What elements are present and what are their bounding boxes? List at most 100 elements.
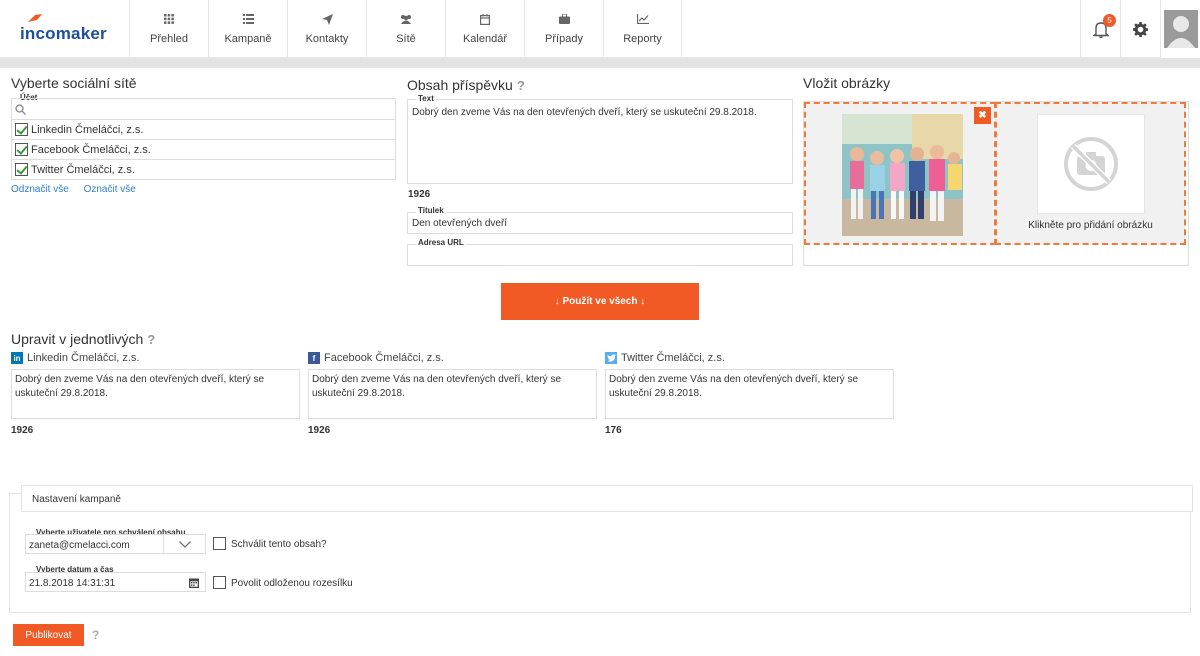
nav-item-site[interactable]: Sítě (366, 0, 445, 58)
gear-icon (1133, 21, 1148, 37)
post-text-area[interactable]: Dobrý den zveme Vás na den otevřených dv… (407, 99, 793, 184)
calendar-icon (479, 13, 491, 25)
search-icon (15, 104, 26, 115)
approve-checkbox[interactable] (213, 537, 226, 550)
help-icon[interactable]: ? (517, 78, 525, 93)
network-name: Twitter Čmeláčci, z.s. (621, 352, 725, 364)
nav-item-prehled[interactable]: Přehled (129, 0, 208, 58)
settings-button[interactable] (1120, 0, 1160, 58)
avatar (1163, 10, 1198, 48)
network-header: in Linkedin Čmeláčci, z.s. (11, 351, 300, 365)
account-row-facebook[interactable]: Facebook Čmeláčci, z.s. (11, 140, 396, 160)
calendar-icon[interactable] (189, 577, 199, 588)
no-camera-icon (1064, 137, 1118, 191)
logo-mark-icon (28, 14, 42, 22)
text-label: Text (416, 94, 436, 103)
unselect-all-link[interactable]: Odznačit vše (11, 184, 69, 195)
checked-checkbox[interactable] (15, 143, 28, 156)
network-name: Facebook Čmeláčci, z.s. (324, 352, 444, 364)
line-chart-icon (636, 13, 649, 25)
help-icon[interactable]: ? (92, 628, 99, 642)
nav-item-kalendar[interactable]: Kalendář (445, 0, 524, 58)
users-icon (400, 13, 412, 25)
nav-item-reporty[interactable]: Reporty (603, 0, 682, 58)
uploaded-photo[interactable] (842, 114, 963, 236)
date-value: 21.8.2018 14:31:31 (29, 578, 116, 589)
main-nav: Přehled Kampaně Kontakty Sítě Kalendář P… (129, 0, 682, 58)
account-search-input[interactable] (11, 98, 396, 120)
twitter-icon (605, 352, 617, 364)
nav-label: Kampaně (224, 33, 272, 45)
network-text-area[interactable]: Dobrý den zveme Vás na den otevřených dv… (308, 369, 597, 419)
network-text-area[interactable]: Dobrý den zveme Vás na den otevřených dv… (605, 369, 894, 419)
title-input[interactable]: Den otevřených dveří (407, 212, 793, 234)
social-account-list: Linkedin Čmeláčci, z.s. Facebook Čmeláčc… (11, 98, 396, 180)
uploaded-image-slot: ✖ (804, 102, 996, 245)
nav-item-kampane[interactable]: Kampaně (208, 0, 287, 58)
text-char-count: 1926 (408, 189, 431, 200)
linkedin-icon: in (11, 352, 23, 364)
facebook-icon: f (308, 352, 320, 364)
network-name: Linkedin Čmeláčci, z.s. (27, 352, 140, 364)
grid-icon (163, 13, 175, 25)
network-header: f Facebook Čmeláčci, z.s. (308, 351, 597, 365)
selection-links: Odznačit vše Označit vše (11, 184, 148, 195)
list-icon (242, 13, 254, 25)
date-time-input[interactable]: 21.8.2018 14:31:31 (25, 572, 206, 592)
account-name: Twitter Čmeláčci, z.s. (31, 163, 135, 176)
title-label: Titulek (416, 206, 446, 215)
url-label: Adresa URL (416, 238, 466, 247)
individual-title-text: Upravit v jednotlivých (11, 331, 144, 347)
approver-select[interactable]: zaneta@cmelacci.com (25, 534, 206, 554)
images-section-title: Vložit obrázky (803, 75, 891, 91)
top-navigation-bar: incomaker Přehled Kampaně Kontakty Sítě (0, 0, 1200, 58)
nav-item-kontakty[interactable]: Kontakty (287, 0, 366, 58)
children-photo-image (842, 114, 963, 236)
checked-checkbox[interactable] (15, 163, 28, 176)
network-char-count: 1926 (11, 425, 34, 436)
account-row-twitter[interactable]: Twitter Čmeláčci, z.s. (11, 160, 396, 180)
user-silhouette-icon (1166, 16, 1195, 48)
title-value: Den otevřených dveří (412, 218, 508, 229)
individual-section-title: Upravit v jednotlivých? (11, 331, 155, 347)
checked-checkbox[interactable] (15, 123, 28, 136)
add-image-text: Klikněte pro přidání obrázku (1028, 220, 1153, 231)
add-image-slot[interactable]: Klikněte pro přidání obrázku (995, 102, 1186, 245)
network-text-area[interactable]: Dobrý den zveme Vás na den otevřených dv… (11, 369, 300, 419)
account-name: Linkedin Čmeláčci, z.s. (31, 123, 144, 136)
network-editor-twitter: Twitter Čmeláčci, z.s. Dobrý den zveme V… (605, 351, 894, 436)
social-section-title: Vyberte sociální sítě (11, 75, 137, 91)
notifications-button[interactable]: 5 (1080, 0, 1120, 58)
nav-label: Kalendář (462, 33, 508, 45)
publish-button[interactable]: Publikovat (13, 624, 84, 646)
apply-to-all-button[interactable]: ↓ Použít ve všech ↓ (501, 283, 699, 320)
header-divider (0, 58, 1200, 68)
help-icon[interactable]: ? (147, 332, 155, 347)
network-header: Twitter Čmeláčci, z.s. (605, 351, 894, 365)
incomaker-logo[interactable]: incomaker (20, 14, 130, 44)
network-char-count: 176 (605, 425, 622, 436)
settings-header[interactable]: Nastavení kampaně (21, 485, 1193, 512)
add-image-placeholder[interactable] (1037, 114, 1145, 214)
approve-checkbox-label: Schválit tento obsah? (231, 539, 327, 550)
account-row-linkedin[interactable]: Linkedin Čmeláčci, z.s. (11, 120, 396, 140)
remove-image-button[interactable]: ✖ (974, 107, 991, 124)
nav-label: Případy (545, 33, 583, 45)
account-name: Facebook Čmeláčci, z.s. (31, 143, 151, 156)
nav-label: Kontakty (305, 33, 349, 45)
network-char-count: 1926 (308, 425, 331, 436)
network-editor-linkedin: in Linkedin Čmeláčci, z.s. Dobrý den zve… (11, 351, 300, 436)
close-icon: ✖ (978, 110, 987, 121)
logo-text: incomaker (20, 24, 107, 43)
nav-label: Reporty (623, 33, 662, 45)
briefcase-icon (558, 13, 570, 25)
top-right-controls: 5 (1080, 0, 1200, 58)
nav-item-pripady[interactable]: Případy (524, 0, 603, 58)
nav-label: Přehled (150, 33, 188, 45)
url-input[interactable] (407, 244, 793, 266)
user-avatar-button[interactable] (1160, 0, 1200, 58)
image-panel: ✖ Klikněte pro přidání obrázku (803, 101, 1189, 266)
network-editor-facebook: f Facebook Čmeláčci, z.s. Dobrý den zvem… (308, 351, 597, 436)
delayed-send-checkbox[interactable] (213, 576, 226, 589)
select-all-link[interactable]: Označit vše (84, 184, 136, 195)
